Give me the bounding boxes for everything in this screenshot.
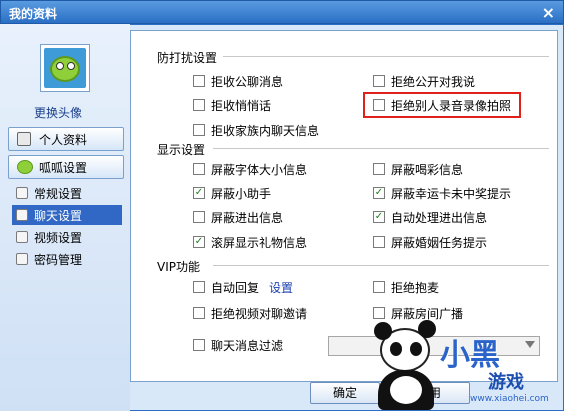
checkbox-block-cheer[interactable]: 屏蔽喝彩信息	[373, 161, 463, 177]
checkbox-reject-recording[interactable]: 拒绝别人录音录像拍照	[373, 97, 511, 113]
checkbox-reject-family-chat[interactable]: 拒收家族内聊天信息	[193, 122, 319, 138]
title-bar: 我的资料 ×	[0, 0, 564, 24]
id-card-icon	[17, 132, 31, 146]
chat-icon	[16, 209, 28, 221]
subnav-label: 常规设置	[34, 186, 83, 201]
divider	[213, 265, 549, 266]
subnav-label: 视频设置	[34, 230, 83, 245]
checkbox-reject-public-say[interactable]: 拒绝公开对我说	[373, 73, 475, 89]
chevron-down-icon	[525, 341, 535, 348]
settings-icon	[16, 187, 28, 199]
checkbox-block-room-broadcast[interactable]: 屏蔽房间广播	[373, 305, 463, 321]
divider	[213, 148, 549, 149]
checkbox-block-font-size[interactable]: 屏蔽字体大小信息	[193, 161, 307, 177]
nav-label: 呱呱设置	[39, 160, 88, 175]
subnav-video[interactable]: 视频设置	[12, 227, 86, 247]
checkbox-reject-whisper[interactable]: 拒收悄悄话	[193, 97, 271, 113]
section-title-vip: VIP功能	[157, 260, 200, 274]
checkbox-scroll-gift[interactable]: 滚屏显示礼物信息	[193, 234, 307, 250]
nav-label: 个人资料	[39, 132, 88, 147]
subnav-label: 密码管理	[34, 252, 83, 267]
subnav-general[interactable]: 常规设置	[12, 183, 86, 203]
subnav-chat[interactable]: 聊天设置	[12, 205, 122, 225]
window-title: 我的资料	[9, 7, 58, 21]
checkbox-auto-enter-exit[interactable]: 自动处理进出信息	[373, 209, 487, 225]
section-title-anti-disturb: 防打扰设置	[157, 51, 218, 65]
ok-button[interactable]: 确定	[310, 382, 380, 404]
checkbox-block-marriage[interactable]: 屏蔽婚姻任务提示	[373, 234, 487, 250]
frog-avatar-icon	[44, 48, 86, 88]
checkbox-block-lucky-card[interactable]: 屏蔽幸运卡未中奖提示	[373, 185, 511, 201]
auto-reply-settings-link[interactable]: 设置	[269, 279, 293, 296]
change-avatar-link[interactable]: 更换头像	[34, 104, 82, 121]
checkbox-auto-reply[interactable]: 自动回复 设置	[193, 279, 293, 295]
close-icon[interactable]: ×	[542, 3, 555, 22]
watermark-sub: 游戏	[488, 372, 524, 393]
nav-guagua-settings[interactable]: 呱呱设置	[8, 155, 124, 179]
nav-personal-info[interactable]: 个人资料	[8, 127, 124, 151]
checkbox-reject-mic[interactable]: 拒绝抱麦	[373, 279, 439, 295]
panda-mascot-icon	[372, 320, 442, 410]
video-icon	[16, 231, 28, 243]
checkbox-block-assistant[interactable]: 屏蔽小助手	[193, 185, 271, 201]
checkbox-block-enter-exit[interactable]: 屏蔽进出信息	[193, 209, 283, 225]
subnav-label: 聊天设置	[34, 208, 83, 223]
section-title-display: 显示设置	[157, 143, 206, 157]
checkbox-reject-public-chat[interactable]: 拒收公聊消息	[193, 73, 283, 89]
checkbox-reject-video-invite[interactable]: 拒绝视频对聊邀请	[193, 305, 307, 321]
checkbox-chat-filter[interactable]: 聊天消息过滤	[193, 337, 283, 353]
avatar[interactable]	[40, 44, 90, 92]
divider	[223, 56, 549, 57]
frog-icon	[17, 160, 33, 174]
watermark-url: www.xiaohei.com	[470, 394, 549, 404]
subnav-password[interactable]: 密码管理	[12, 249, 86, 269]
key-icon	[16, 253, 28, 265]
